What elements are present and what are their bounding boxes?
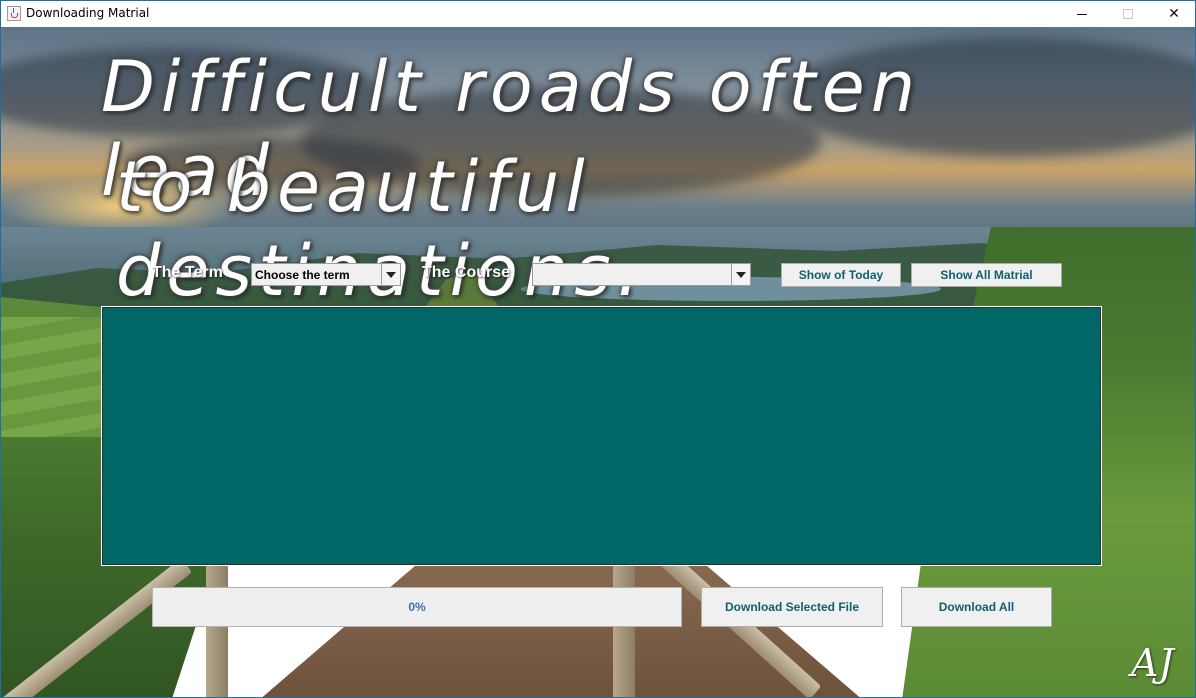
- download-all-button[interactable]: Download All: [901, 587, 1052, 627]
- quote-line-2: to beautiful destinations.: [116, 146, 639, 312]
- close-button[interactable]: ✕: [1151, 1, 1195, 27]
- course-dropdown[interactable]: [532, 263, 751, 286]
- minimize-icon: [1077, 13, 1087, 15]
- term-label: The Term: [152, 264, 223, 281]
- download-progress-bar: 0%: [152, 587, 682, 627]
- chevron-down-icon[interactable]: [381, 264, 400, 285]
- course-label: The Course: [422, 264, 511, 281]
- title-bar: Downloading Matrial ✕: [1, 1, 1195, 27]
- term-dropdown-value: Choose the term: [255, 268, 350, 282]
- maximize-button[interactable]: [1105, 1, 1151, 27]
- maximize-icon: [1123, 9, 1133, 19]
- show-today-button[interactable]: Show of Today: [781, 263, 901, 287]
- progress-percent: 0%: [408, 600, 426, 614]
- minimize-button[interactable]: [1059, 1, 1105, 27]
- background-image: Difficult roads often lead to beautiful …: [1, 27, 1195, 697]
- term-dropdown[interactable]: Choose the term: [251, 263, 401, 286]
- app-window: Downloading Matrial ✕ Difficult roads of…: [0, 0, 1196, 698]
- java-cup-icon: [7, 6, 21, 21]
- author-signature: AJ: [1131, 641, 1174, 685]
- show-all-material-button[interactable]: Show All Matrial: [911, 263, 1062, 287]
- chevron-down-icon[interactable]: [731, 264, 750, 285]
- download-selected-button[interactable]: Download Selected File: [701, 587, 883, 627]
- close-icon: ✕: [1168, 6, 1180, 22]
- material-list-panel[interactable]: [101, 306, 1102, 566]
- window-title: Downloading Matrial: [26, 6, 150, 20]
